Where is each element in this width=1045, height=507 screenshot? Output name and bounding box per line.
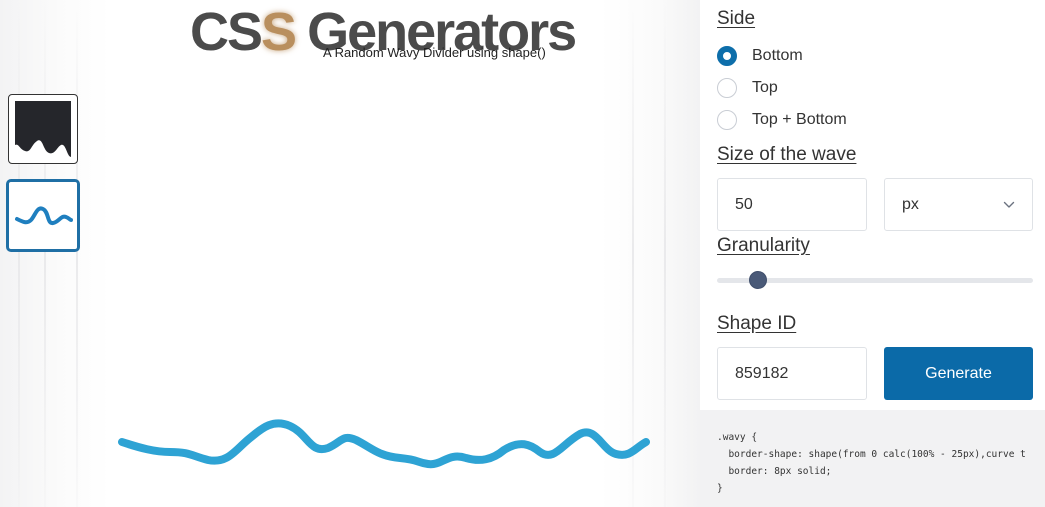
radio-label-bottom: Bottom	[752, 47, 803, 64]
radio-button[interactable]	[717, 78, 737, 98]
code-line: }	[717, 483, 723, 494]
background-streak	[76, 0, 78, 507]
logo-letter-c: C	[190, 2, 229, 62]
shape-id-input[interactable]: 859182	[717, 347, 867, 400]
wave-line	[118, 419, 650, 469]
settings-panel: Side Bottom Top Top + Bottom Size of the…	[700, 0, 1045, 507]
dark-wave-icon	[15, 101, 71, 157]
css-code-output[interactable]: .wavy { border-shape: shape(from 0 calc(…	[700, 410, 1045, 507]
generate-button[interactable]: Generate	[884, 347, 1033, 400]
code-line: border: 8px solid;	[717, 466, 832, 477]
thumb-dark-wave-shape[interactable]	[8, 94, 78, 164]
shape-id-title: Shape ID	[717, 313, 797, 334]
size-title: Size of the wave	[717, 144, 857, 165]
unit-select-value: px	[902, 195, 919, 213]
wave-size-input[interactable]: 50	[717, 178, 867, 231]
logo-letter-s-gold: S	[261, 2, 297, 62]
background-streak	[664, 0, 666, 507]
radio-label-top: Top	[752, 79, 778, 96]
code-line: .wavy {	[717, 432, 758, 443]
radio-side-top[interactable]: Top	[717, 76, 778, 100]
granularity-title: Granularity	[717, 235, 810, 256]
granularity-slider-thumb[interactable]	[749, 271, 768, 289]
unit-select[interactable]: px	[884, 178, 1033, 231]
thumb-border-wave-shape[interactable]	[6, 179, 80, 252]
site-logo[interactable]: CSS Generators A Random Wavy Divider usin…	[190, 0, 590, 70]
radio-side-top-bottom[interactable]: Top + Bottom	[717, 108, 847, 132]
radio-button[interactable]	[717, 110, 737, 130]
page-subtitle: A Random Wavy Divider using shape()	[323, 45, 546, 60]
wave-preview	[118, 419, 650, 469]
logo-letter-s: S	[227, 2, 263, 62]
radio-label-top-bottom: Top + Bottom	[752, 111, 847, 128]
side-title: Side	[717, 8, 756, 29]
chevron-down-icon	[1003, 201, 1015, 208]
code-line: border-shape: shape(from 0 calc(100% - 2…	[717, 449, 1026, 460]
radio-button-checked[interactable]	[717, 46, 737, 66]
blue-wave-icon	[15, 206, 73, 225]
page: CSS Generators A Random Wavy Divider usin…	[0, 0, 1045, 507]
radio-side-bottom[interactable]: Bottom	[717, 44, 803, 68]
